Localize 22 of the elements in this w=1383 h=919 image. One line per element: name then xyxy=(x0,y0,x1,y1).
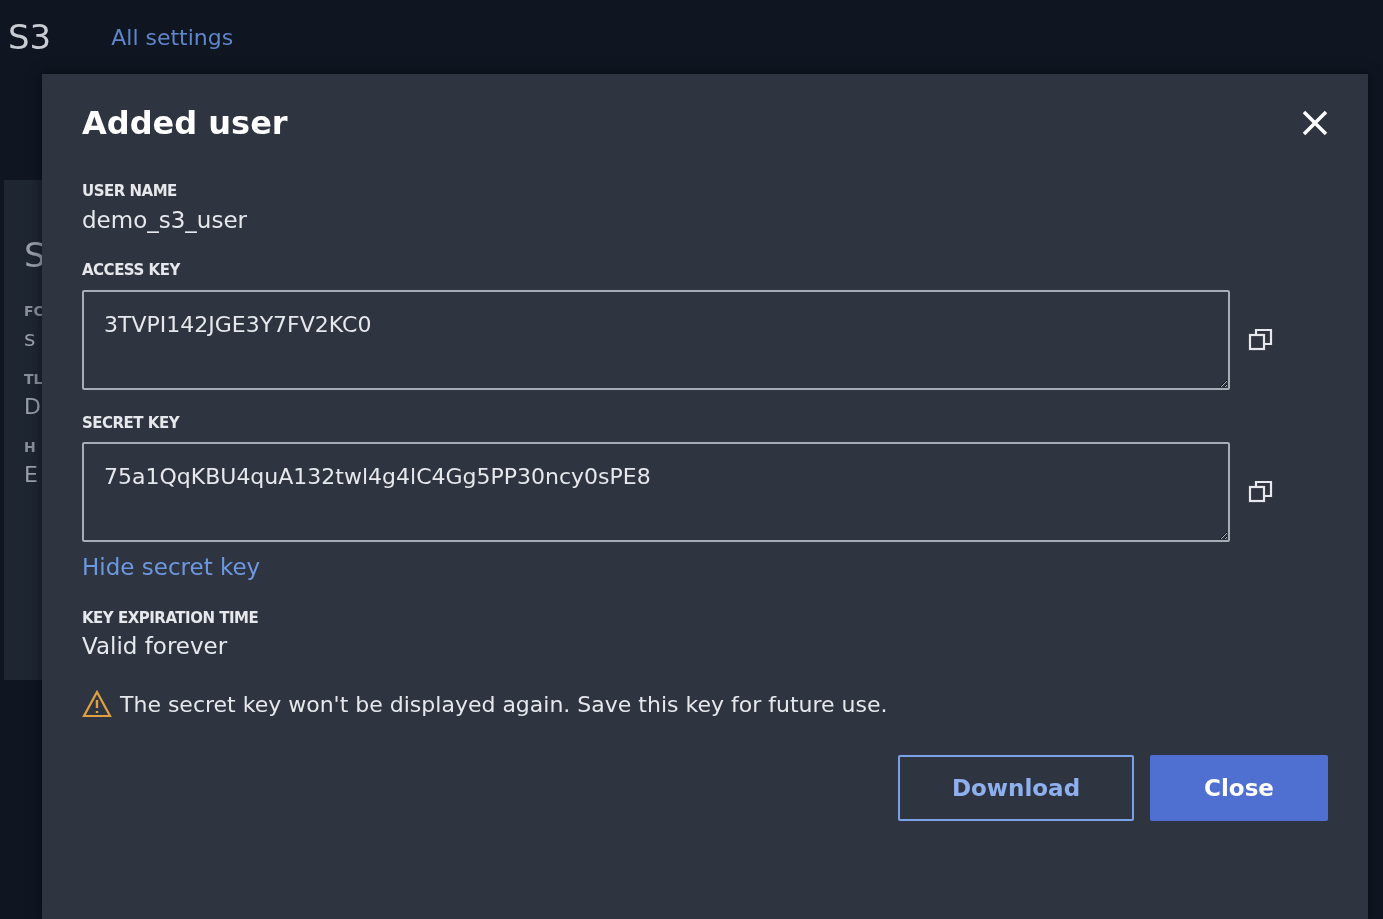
field-value: demo_s3_user xyxy=(82,205,248,235)
warning-text: The secret key won't be displayed again. Save this key for future use. xyxy=(120,690,888,719)
key-field[interactable]: 3TVPI142JGE3Y7FV2KC0 xyxy=(82,289,1230,390)
partial-text: TL xyxy=(24,370,43,389)
download-button[interactable]: Download xyxy=(898,754,1134,821)
field-label: ACCESS KEY xyxy=(82,260,182,282)
app-title: S3 xyxy=(8,15,52,59)
partial-text: FC xyxy=(24,302,44,321)
partial-text: E xyxy=(24,461,38,489)
hide-secret-key-link[interactable]: Hide secret key xyxy=(82,550,261,585)
partial-text: s xyxy=(24,325,36,353)
all-settings-link[interactable]: All settings xyxy=(111,20,234,54)
close-button[interactable]: Close xyxy=(1150,754,1328,821)
partial-text: D xyxy=(24,393,41,421)
partial-text: H xyxy=(24,438,36,457)
dialog-title: Added user xyxy=(82,104,288,143)
field-value: Valid forever xyxy=(82,632,229,662)
field-label: KEY EXPIRATION TIME xyxy=(82,607,260,629)
field-label: SECRET KEY xyxy=(82,412,181,434)
field-label: USER NAME xyxy=(82,181,178,203)
warning-icon xyxy=(82,690,112,719)
key-field[interactable]: 75a1QqKBU4quA132twl4g4lC4Gg5PP30ncy0sPE8 xyxy=(82,442,1230,543)
